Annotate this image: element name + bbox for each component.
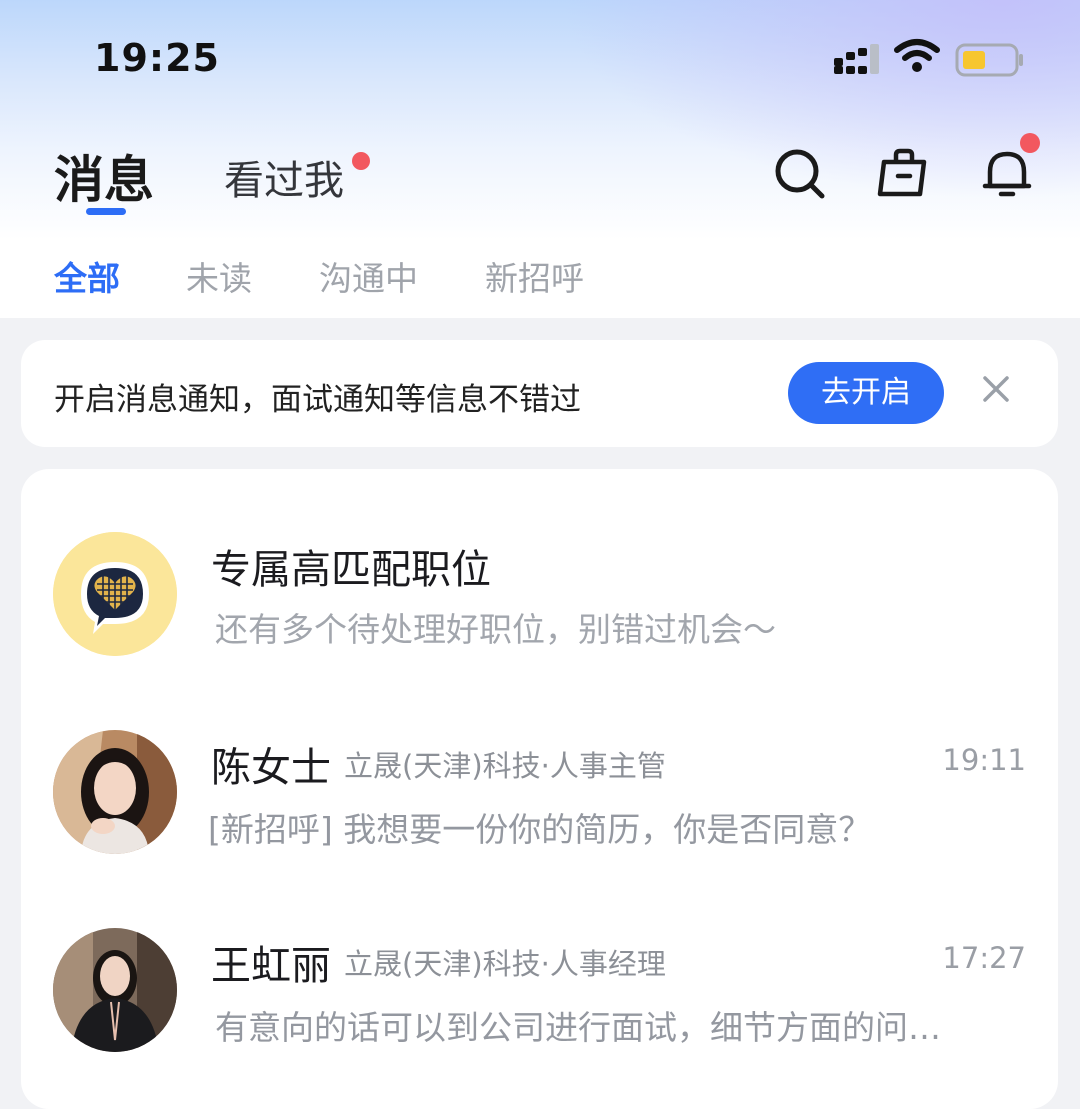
notification-banner: 开启消息通知，面试通知等信息不错过 去开启 xyxy=(21,340,1058,447)
heart-chat-icon xyxy=(53,532,177,656)
viewed-me-badge xyxy=(352,152,370,170)
list-item-title: 专属高匹配职位 xyxy=(211,547,491,593)
contact-company: 立晟(天津)科技·人事主管 xyxy=(344,749,666,783)
list-item-preview: 有意向的话可以到公司进行面试，细节方面的问… xyxy=(215,1008,941,1047)
contact-name: 陈女士 xyxy=(211,745,331,791)
bell-badge xyxy=(1020,133,1040,153)
signal-icon xyxy=(834,44,879,74)
conversation-list: 专属高匹配职位 还有多个待处理好职位，别错过机会～ 陈女士 立晟(天津)科技·人… xyxy=(21,469,1058,1109)
message-time: 19:11 xyxy=(942,743,1026,777)
filter-all[interactable]: 全部 xyxy=(54,252,120,300)
wifi-icon xyxy=(894,39,940,72)
close-icon[interactable] xyxy=(981,374,1011,404)
avatar xyxy=(53,928,177,1052)
filter-in-progress[interactable]: 沟通中 xyxy=(319,252,418,300)
contact-company: 立晟(天津)科技·人事经理 xyxy=(344,947,666,981)
enable-notifications-button[interactable]: 去开启 xyxy=(788,362,944,424)
tab-messages[interactable]: 消息 xyxy=(54,140,154,212)
battery-icon xyxy=(955,43,1023,77)
briefcase-icon[interactable] xyxy=(876,146,932,202)
bell-icon[interactable] xyxy=(980,146,1036,202)
contact-name: 王虹丽 xyxy=(211,943,331,989)
filter-new-greetings[interactable]: 新招呼 xyxy=(485,252,584,300)
tab-viewed-me[interactable]: 看过我 xyxy=(224,148,344,206)
notification-banner-text: 开启消息通知，面试通知等信息不错过 xyxy=(54,382,581,418)
list-item-preview: 还有多个待处理好职位，别错过机会～ xyxy=(215,610,776,649)
message-time: 17:27 xyxy=(942,941,1026,975)
filter-unread[interactable]: 未读 xyxy=(186,252,252,300)
active-tab-indicator xyxy=(86,208,126,215)
avatar xyxy=(53,730,177,854)
search-icon[interactable] xyxy=(772,146,828,202)
status-time: 19:25 xyxy=(94,36,220,80)
list-item-preview: [新招呼] 我想要一份你的简历，你是否同意？ xyxy=(208,810,872,849)
